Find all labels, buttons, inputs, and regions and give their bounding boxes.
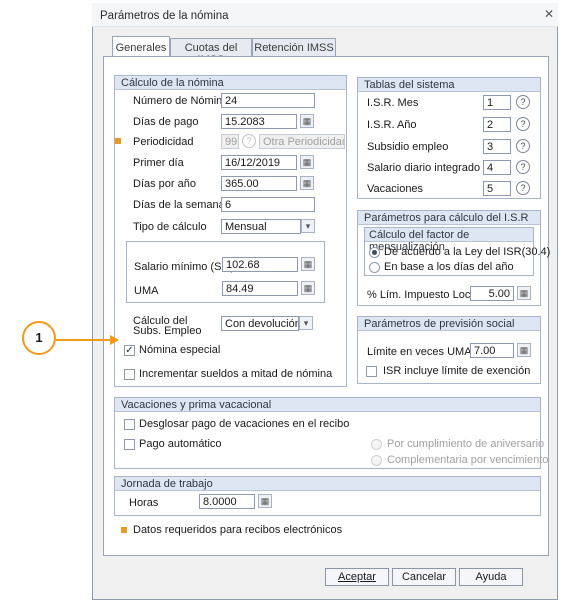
salario-diario-label: Salario diario integrado [367, 162, 481, 174]
calculo-subs-label: Cálculo del Subs. Empleo [133, 315, 202, 337]
subsidio-empleo-input[interactable]: 3 [483, 139, 511, 154]
required-marker-icon [115, 138, 121, 144]
aceptar-button[interactable]: Aceptar [325, 568, 389, 586]
dias-pago-input[interactable]: 15.2083 [221, 114, 297, 129]
cancelar-label: Cancelar [401, 571, 447, 583]
radio-ley-isr[interactable] [369, 247, 380, 258]
callout-arrow-icon [110, 335, 119, 345]
numero-nomina-label: Número de Nómina [133, 95, 229, 107]
numero-nomina-input[interactable]: 24 [221, 93, 315, 108]
calculo-nomina-header: Cálculo de la nómina [115, 76, 346, 90]
desglosar-label: Desglosar pago de vacaciones en el recib… [139, 418, 350, 430]
periodicidad-input[interactable]: 99 [221, 134, 239, 149]
lim-impuesto-input[interactable]: 5.00 [470, 286, 514, 301]
tipo-calculo-label: Tipo de cálculo [133, 221, 207, 233]
periodicidad-label: Periodicidad [133, 136, 194, 148]
cancelar-button[interactable]: Cancelar [392, 568, 456, 586]
dias-anio-input[interactable]: 365.00 [221, 176, 297, 191]
limite-uma-label: Límite en veces UMA [367, 346, 472, 358]
prevision-social-header: Parámetros de previsión social [358, 317, 540, 331]
calendar-icon[interactable]: ▦ [300, 155, 314, 169]
ayuda-button[interactable]: Ayuda [459, 568, 523, 586]
ley-isr-label: De acuerdo a la Ley del ISR(30.4) [384, 246, 551, 258]
dialog-title: Parámetros de la nómina [92, 3, 558, 27]
help-icon[interactable]: ? [242, 134, 256, 148]
lim-impuesto-label: % Lím. Impuesto Loc. [367, 289, 474, 301]
vacaciones-tabla-input[interactable]: 5 [483, 181, 511, 196]
isr-incluye-label: ISR incluye límite de exención [383, 365, 531, 377]
salario-diario-input[interactable]: 4 [483, 160, 511, 175]
primer-dia-label: Primer día [133, 157, 184, 169]
isr-parametros-header: Parámetros para cálculo del I.S.R [358, 211, 540, 225]
tab-cuotas-imss[interactable]: Cuotas del IMSS [170, 38, 252, 66]
tab-retencion-imss[interactable]: Retención IMSS [252, 38, 336, 56]
tablas-sistema-group: Tablas del sistema [357, 77, 541, 199]
incrementar-checkbox[interactable] [124, 369, 135, 380]
help-icon[interactable]: ? [516, 139, 530, 153]
help-icon[interactable]: ? [516, 95, 530, 109]
calculator-icon[interactable]: ▦ [300, 114, 314, 128]
jornada-header: Jornada de trabajo [115, 477, 540, 491]
isr-incluye-checkbox[interactable] [366, 366, 377, 377]
ayuda-label: Ayuda [475, 571, 507, 583]
aniversario-label: Por cumplimiento de aniversario [387, 438, 545, 450]
horas-input[interactable]: 8.0000 [199, 494, 255, 509]
otra-periodicidad-field: Otra Periodicidad [259, 134, 345, 149]
tablas-sistema-header: Tablas del sistema [358, 78, 540, 92]
required-marker-icon [121, 527, 127, 533]
dias-anio-option-label: En base a los días del año [384, 261, 514, 273]
calculo-subs-select[interactable]: Con devolución [221, 316, 299, 331]
calculator-icon[interactable]: ▦ [517, 343, 531, 357]
aceptar-label: Aceptar [338, 571, 376, 583]
radio-dias-anio[interactable] [369, 262, 380, 273]
pago-automatico-label: Pago automático [139, 438, 222, 450]
jornada-group: Jornada de trabajo [114, 476, 541, 516]
isr-mes-input[interactable]: 1 [483, 95, 511, 110]
dias-pago-label: Días de pago [133, 116, 199, 128]
callout-badge: 1 [22, 321, 56, 355]
help-icon[interactable]: ? [516, 117, 530, 131]
isr-anio-input[interactable]: 2 [483, 117, 511, 132]
horas-label: Horas [129, 497, 159, 509]
isr-anio-label: I.S.R. Año [367, 119, 417, 131]
tab-generales[interactable]: Generales [112, 36, 170, 57]
tipo-calculo-select[interactable]: Mensual [221, 219, 301, 234]
pago-automatico-checkbox[interactable] [124, 439, 135, 450]
uma-label: UMA [134, 285, 159, 297]
dias-semana-input[interactable]: 6 [221, 197, 315, 212]
desglosar-checkbox[interactable] [124, 419, 135, 430]
subsidio-empleo-label: Subsidio empleo [367, 141, 449, 153]
mensualizacion-header: Cálculo del factor de mensualización [365, 228, 533, 253]
calculator-icon[interactable]: ▦ [301, 257, 315, 271]
callout-arrow-line [56, 339, 112, 341]
complementaria-label: Complementaria por vencimiento [387, 454, 549, 466]
vacaciones-prima-header: Vacaciones y prima vacacional [115, 398, 540, 412]
vacaciones-tabla-label: Vacaciones [367, 183, 424, 195]
nomina-especial-label: Nómina especial [139, 344, 221, 356]
help-icon[interactable]: ? [516, 181, 530, 195]
radio-complementaria[interactable] [371, 455, 382, 466]
calculator-icon[interactable]: ▦ [258, 494, 272, 508]
calculator-icon[interactable]: ▦ [301, 281, 315, 295]
dias-semana-label: Días de la semana [133, 199, 225, 211]
salario-minimo-label: Salario mínimo (SM) [134, 261, 235, 273]
calculator-icon[interactable]: ▦ [517, 286, 531, 300]
radio-aniversario[interactable] [371, 439, 382, 450]
chevron-down-icon[interactable]: ▾ [301, 219, 315, 233]
chevron-down-icon[interactable]: ▾ [299, 316, 313, 330]
uma-input[interactable]: 84.49 [222, 281, 298, 296]
salario-minimo-input[interactable]: 102.68 [222, 257, 298, 272]
primer-dia-input[interactable]: 16/12/2019 [221, 155, 297, 170]
datos-requeridos-note: Datos requeridos para recibos electrónic… [133, 524, 343, 536]
isr-mes-label: I.S.R. Mes [367, 97, 419, 109]
nomina-especial-checkbox[interactable]: ✓ [124, 345, 135, 356]
help-icon[interactable]: ? [516, 160, 530, 174]
dias-anio-label: Días por año [133, 178, 196, 190]
calculator-icon[interactable]: ▦ [300, 176, 314, 190]
close-icon[interactable]: ✕ [543, 8, 555, 20]
limite-uma-input[interactable]: 7.00 [470, 343, 514, 358]
incrementar-label: Incrementar sueldos a mitad de nómina [139, 368, 333, 380]
